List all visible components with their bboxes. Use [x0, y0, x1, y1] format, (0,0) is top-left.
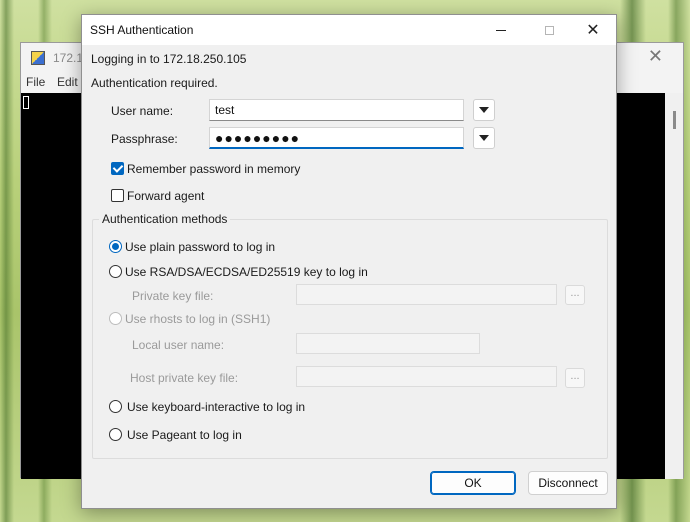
minimize-button[interactable] [478, 15, 524, 45]
terminal-title: 172.1 [53, 51, 84, 65]
auth-required-text: Authentication required. [91, 76, 218, 90]
private-key-input [296, 284, 557, 305]
close-button[interactable]: ✕ [570, 15, 616, 45]
host-key-browse-button: ... [565, 368, 585, 388]
terminal-scrollbar[interactable] [665, 93, 683, 479]
ssh-auth-dialog: SSH Authentication ✕ Logging in to 172.1… [81, 14, 617, 509]
close-icon[interactable]: ✕ [648, 46, 663, 67]
passphrase-input[interactable]: ●●●●●●●●● [209, 127, 464, 149]
disconnect-button[interactable]: Disconnect [528, 471, 608, 495]
remember-password-label[interactable]: Remember password in memory [127, 162, 300, 176]
local-user-input [296, 333, 480, 354]
username-dropdown-button[interactable] [473, 99, 495, 121]
close-icon: ✕ [586, 22, 600, 39]
terminal-scrollbar-thumb[interactable] [673, 111, 676, 129]
plain-password-radio[interactable] [109, 240, 122, 253]
username-input[interactable] [209, 99, 464, 121]
local-user-label: Local user name: [132, 338, 225, 352]
forward-agent-checkbox[interactable] [111, 189, 124, 202]
forward-agent-label[interactable]: Forward agent [127, 189, 204, 203]
chevron-down-icon [479, 107, 489, 113]
chevron-down-icon [479, 135, 489, 141]
username-label: User name: [111, 104, 174, 118]
key-auth-radio[interactable] [109, 265, 122, 278]
host-key-input [296, 366, 557, 387]
private-key-browse-button: ... [565, 285, 585, 305]
auth-methods-title: Authentication methods [99, 212, 231, 226]
dialog-title: SSH Authentication [90, 23, 194, 37]
dialog-titlebar[interactable]: SSH Authentication ✕ [82, 15, 616, 45]
maximize-button [526, 15, 572, 45]
remember-password-checkbox[interactable] [111, 162, 124, 175]
keyboard-interactive-label[interactable]: Use keyboard-interactive to log in [127, 400, 305, 414]
menu-edit[interactable]: Edit [57, 75, 78, 89]
private-key-label: Private key file: [132, 289, 214, 303]
passphrase-label: Passphrase: [111, 132, 178, 146]
keyboard-interactive-radio[interactable] [109, 400, 122, 413]
putty-app-icon [31, 51, 45, 65]
maximize-icon [544, 25, 554, 35]
logging-in-text: Logging in to 172.18.250.105 [91, 52, 247, 66]
passphrase-dropdown-button[interactable] [473, 127, 495, 149]
auth-methods-group: Authentication methods Use plain passwor… [92, 212, 608, 459]
menu-file[interactable]: File [26, 75, 45, 89]
pageant-radio[interactable] [109, 428, 122, 441]
terminal-cursor [23, 96, 29, 109]
rhosts-label: Use rhosts to log in (SSH1) [125, 312, 271, 326]
key-auth-label[interactable]: Use RSA/DSA/ECDSA/ED25519 key to log in [125, 265, 368, 279]
host-key-label: Host private key file: [130, 371, 239, 385]
ok-button[interactable]: OK [430, 471, 516, 495]
minimize-icon [496, 29, 506, 31]
rhosts-radio [109, 312, 122, 325]
pageant-label[interactable]: Use Pageant to log in [127, 428, 242, 442]
plain-password-label[interactable]: Use plain password to log in [125, 240, 275, 254]
